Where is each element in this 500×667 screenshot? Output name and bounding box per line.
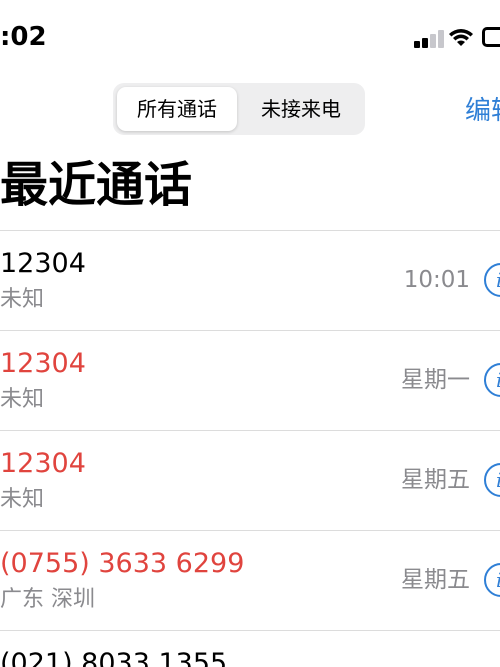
call-number: (021) 8033 1355 <box>0 648 228 667</box>
call-row[interactable]: (0755) 3633 6299 广东 深圳 星期五 i <box>0 531 500 630</box>
call-number: (0755) 3633 6299 <box>0 548 245 579</box>
call-filter-segmented-control: 所有通话 未接来电 <box>113 83 365 135</box>
call-time: 10:01 <box>403 267 470 293</box>
call-row[interactable]: 12304 未知 10:01 i <box>0 231 500 330</box>
call-number: 12304 <box>0 348 86 379</box>
call-row[interactable]: 12304 未知 星期五 i <box>0 431 500 530</box>
tab-missed-calls[interactable]: 未接来电 <box>241 87 361 131</box>
wifi-icon <box>449 29 473 46</box>
call-number: 12304 <box>0 448 86 479</box>
call-number: 12304 <box>0 248 86 279</box>
call-location: 未知 <box>0 287 45 312</box>
call-time: 星期五 <box>401 467 470 493</box>
status-bar: :02 <box>0 0 500 70</box>
call-location: 广东 深圳 <box>0 587 95 612</box>
page-title: 最近通话 <box>0 157 193 213</box>
call-row[interactable]: (021) 8033 1355 <box>0 631 500 667</box>
battery-icon <box>482 27 500 47</box>
info-icon[interactable]: i <box>484 463 500 497</box>
info-icon[interactable]: i <box>484 363 500 397</box>
info-icon[interactable]: i <box>484 563 500 597</box>
call-location: 未知 <box>0 387 45 412</box>
edit-button[interactable]: 编辑 <box>465 90 500 127</box>
tab-all-calls[interactable]: 所有通话 <box>117 87 237 131</box>
call-row[interactable]: 12304 未知 星期一 i <box>0 331 500 430</box>
call-location: 未知 <box>0 487 45 512</box>
cellular-signal-icon <box>414 30 446 48</box>
info-icon[interactable]: i <box>484 263 500 297</box>
status-time: :02 <box>0 22 47 52</box>
call-time: 星期五 <box>401 567 470 593</box>
call-time: 星期一 <box>401 367 470 393</box>
